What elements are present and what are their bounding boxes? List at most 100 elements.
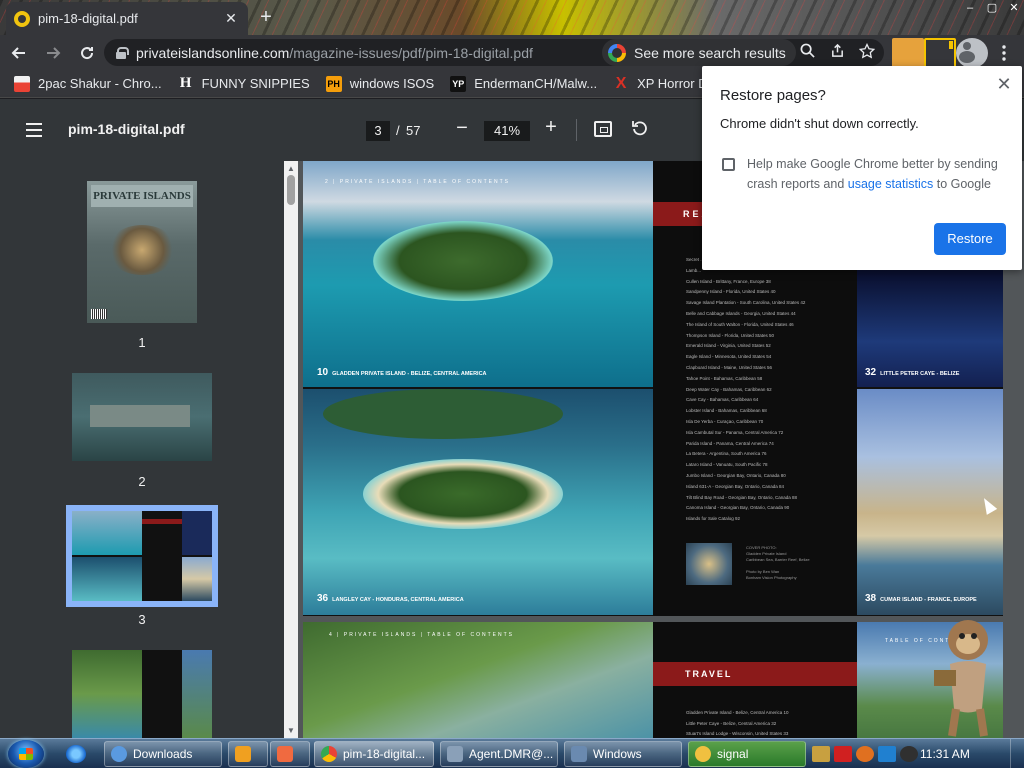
taskbar-chrome[interactable]: pim-18-digital...: [314, 741, 434, 767]
zoom-out-button[interactable]: −: [452, 117, 472, 140]
thumbnail-page-1[interactable]: PRIVATE ISLANDS: [87, 181, 197, 323]
internet-explorer-icon[interactable]: [66, 745, 86, 763]
taskbar-windows[interactable]: Windows: [564, 741, 682, 767]
bookmark-windows-isos[interactable]: PH windows ISOS: [325, 75, 435, 92]
toc-entry: Tahoe Point - Bahamas, Caribbean 58: [686, 375, 763, 381]
profile-button[interactable]: [956, 37, 988, 68]
bookmark-star-icon[interactable]: [852, 42, 882, 63]
thumbnail-page-3-selected[interactable]: [66, 505, 218, 607]
scroll-thumb[interactable]: [287, 175, 295, 205]
media-player-icon: [235, 746, 251, 762]
sidebar-scrollbar[interactable]: ▲ ▼: [284, 161, 298, 738]
page-header: 2 | PRIVATE ISLANDS | TABLE OF CONTENTS: [325, 179, 510, 185]
toc-entry: Sandpenny Island - Florida, United State…: [686, 289, 776, 295]
tab-close-icon[interactable]: ✕: [222, 10, 240, 27]
scroll-up-icon[interactable]: ▲: [287, 164, 295, 173]
search-results-chip[interactable]: See more search results: [602, 39, 796, 66]
back-button[interactable]: [4, 38, 34, 68]
taskbar-clock[interactable]: 11:31 AM: [920, 747, 970, 761]
folder-icon: [111, 746, 127, 762]
toolbar-divider: [576, 119, 577, 141]
photo-caption: 36 LANGLEY CAY - HONDURAS, CENTRAL AMERIC…: [317, 593, 464, 604]
rotate-icon[interactable]: [630, 119, 650, 139]
bookmark-endermanch[interactable]: YP EndermanCH/Malw...: [450, 75, 597, 92]
system-tray: [812, 743, 922, 765]
zoom-search-icon[interactable]: [792, 43, 822, 62]
toc-entry: Savage Island Plantation - South Carolin…: [686, 300, 806, 306]
thumb-photo: [72, 511, 142, 555]
scroll-down-icon[interactable]: ▼: [287, 726, 295, 735]
x-icon: X: [615, 74, 627, 92]
kebab-menu-icon: [1002, 44, 1006, 61]
zoom-in-button[interactable]: +: [541, 116, 561, 139]
menu-button[interactable]: [988, 38, 1020, 68]
tab-pdf[interactable]: pim-18-digital.pdf ✕: [6, 2, 248, 35]
taskbar-paint[interactable]: [270, 741, 310, 767]
lock-icon[interactable]: [116, 46, 129, 59]
toc-entry: Thompson Island - Florida, United States…: [686, 332, 775, 338]
url-path: /magazine-issues/pdf/pim-18-digital.pdf: [289, 44, 533, 61]
taskbar-media-player[interactable]: [228, 741, 268, 767]
extensions-button[interactable]: [892, 37, 924, 68]
thumbnail-page-4[interactable]: [72, 650, 212, 738]
h-letter-icon: H: [179, 75, 192, 91]
tray-search-icon[interactable]: [856, 746, 874, 762]
window-app-icon: [447, 746, 463, 762]
restore-button[interactable]: Restore: [934, 223, 1006, 255]
usage-statistics-link[interactable]: usage statistics: [848, 177, 933, 191]
bookmark-label: 2pac Shakur - Chro...: [38, 76, 162, 91]
photo-caption: 32 LITTLE PETER CAYE - BELIZE: [865, 367, 960, 378]
bookmark-label: windows ISOS: [349, 76, 435, 91]
photo-aerial-island: [303, 622, 653, 738]
ph-icon: PH: [325, 75, 342, 92]
taskbar-signal[interactable]: signal: [688, 741, 806, 767]
desktop-assistant-icon[interactable]: [922, 614, 1004, 738]
tray-antivirus-icon[interactable]: [834, 746, 852, 762]
window-controls: – ▢ ✕: [958, 2, 1024, 16]
photo-gladden-island: [303, 161, 653, 387]
crash-report-checkbox[interactable]: [722, 158, 735, 171]
bookmark-funny-snippies[interactable]: H FUNNY SNIPPIES: [178, 75, 310, 92]
taskbar-downloads[interactable]: Downloads: [104, 741, 222, 767]
url-text[interactable]: privateislandsonline.com/magazine-issues…: [136, 45, 533, 61]
tab-title: pim-18-digital.pdf: [38, 11, 138, 26]
share-icon[interactable]: [822, 43, 852, 62]
start-button[interactable]: [8, 740, 44, 768]
toc-entry: Clapboard Island - Maine, United States …: [686, 364, 773, 370]
reload-button[interactable]: [72, 38, 102, 68]
toc-entry: Parida Island - Panama, Central America …: [686, 440, 774, 446]
thumb-photo: [182, 557, 212, 601]
address-bar[interactable]: privateislandsonline.com/magazine-issues…: [104, 39, 884, 66]
maximize-button[interactable]: ▢: [982, 2, 1002, 16]
hamburger-menu-icon[interactable]: [26, 123, 42, 137]
page-number-input[interactable]: 3: [366, 121, 390, 141]
toc-entry: The Island of South Walton - Florida, Un…: [686, 321, 794, 327]
omnibox-actions: [792, 39, 882, 66]
forward-button[interactable]: [38, 38, 68, 68]
tray-volume-icon[interactable]: [900, 746, 918, 762]
toc-entry: Lobster Island - Bahamas, Caribbean 68: [686, 408, 767, 414]
bookmark-label: FUNNY SNIPPIES: [201, 76, 310, 91]
new-tab-button[interactable]: +: [256, 7, 276, 28]
toc-entry: Islands for Sale Catalog 92: [686, 516, 741, 522]
taskbar-agent[interactable]: Agent.DMR@...: [440, 741, 558, 767]
fit-page-icon[interactable]: [594, 121, 612, 137]
zoom-input[interactable]: 41%: [484, 121, 530, 141]
show-desktop-button[interactable]: [1010, 739, 1024, 768]
toc-entry: Isla Cambutal Sur - Panama, Central Amer…: [686, 429, 784, 435]
photo-caption: 10 GLADDEN PRIVATE ISLAND - BELIZE, CENTR…: [317, 367, 487, 378]
window-close-button[interactable]: ✕: [1004, 2, 1024, 16]
tray-app-icon[interactable]: [812, 746, 830, 762]
thumb-photo: [72, 650, 142, 738]
cover-photo-credit: COVER PHOTO: Gladden Private Island Caribb…: [746, 545, 846, 581]
bookmark-2pac[interactable]: 2pac Shakur - Chro...: [14, 75, 162, 92]
thumbnail-page-2[interactable]: [72, 373, 212, 461]
cover-island-image: [107, 225, 177, 275]
tray-network-icon[interactable]: [878, 746, 896, 762]
avatar-icon: [956, 37, 988, 68]
side-panel-button[interactable]: [924, 37, 956, 68]
dialog-close-icon[interactable]: ✕: [994, 74, 1014, 95]
minimize-button[interactable]: –: [960, 2, 980, 16]
pdf-page-4: 4 | PRIVATE ISLANDS | TABLE OF CONTENTS …: [303, 622, 1003, 738]
toc-entry: Cullen Island - Brittany, France, Europe…: [686, 278, 771, 284]
